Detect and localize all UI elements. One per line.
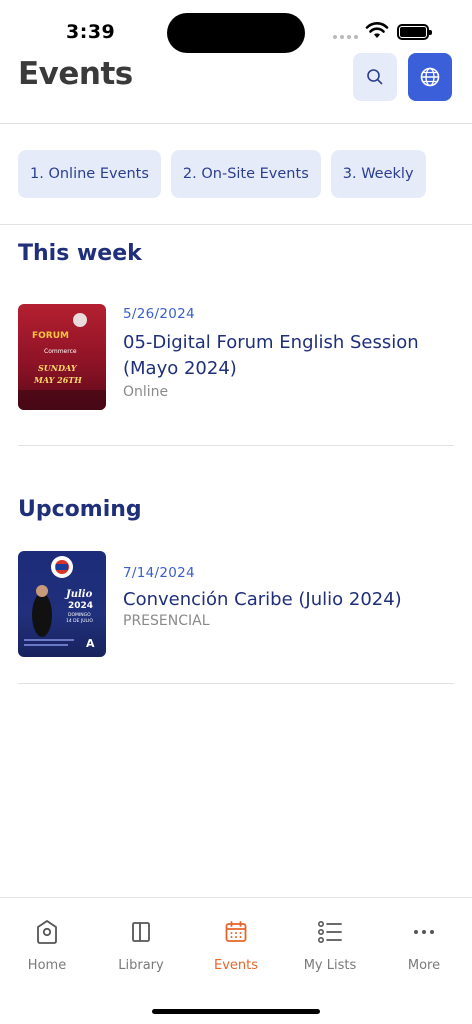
section-title-this-week: This week [18,241,142,266]
event-thumbnail: Julio 2024 DOMINGO 14 DE JULIO A [18,551,106,657]
thumb-text: DOMINGO [68,612,91,618]
event-card[interactable]: Julio 2024 DOMINGO 14 DE JULIO A 7/14/20… [18,551,454,659]
nav-item-library[interactable]: Library [94,918,188,973]
tab-online-events[interactable]: 1. Online Events [18,150,161,198]
dynamic-island [167,13,305,53]
battery-icon [397,24,432,40]
calendar-icon [189,918,283,946]
event-location: PRESENCIAL [123,613,210,629]
tabs-divider [0,224,472,225]
svg-text:A: A [86,637,95,650]
globe-icon [420,67,440,87]
thumb-text: SUNDAY [38,363,78,373]
event-tabs: 1. Online Events 2. On-Site Events 3. We… [18,150,426,198]
more-icon [377,918,471,946]
event-date: 7/14/2024 [123,565,195,581]
home-indicator [152,1009,320,1014]
nav-label: Events [213,958,258,973]
thumb-text: Julio [64,589,93,600]
nav-item-more[interactable]: More [377,918,471,973]
status-time: 3:39 [66,21,116,43]
thumb-text: 14 DE JULIO [66,618,93,624]
thumb-text: 2024 [68,601,93,611]
nav-label: More [407,958,441,973]
event-separator [18,445,454,446]
nav-item-home[interactable]: Home [0,918,94,973]
signal-icon [333,35,358,39]
search-button[interactable] [353,53,397,101]
language-button[interactable] [408,53,452,101]
thumb-text: FORUM [32,331,69,341]
search-icon [367,69,383,85]
nav-label: My Lists [303,958,357,973]
nav-item-events[interactable]: Events [189,918,283,973]
list-icon [283,918,377,946]
event-location: Online [123,384,169,400]
library-icon [94,918,188,946]
section-title-upcoming: Upcoming [18,497,142,522]
nav-label: Library [118,958,164,973]
wifi-icon [365,22,389,44]
tab-on-site-events[interactable]: 2. On-Site Events [170,150,321,198]
page-title: Events [18,56,133,92]
event-separator [18,683,454,684]
nav-item-my-lists[interactable]: My Lists [283,918,377,973]
home-icon [0,918,94,946]
event-thumbnail: FORUM Commerce SUNDAY MAY 26TH [18,304,106,410]
bottom-nav: Home Library Events My Lists More [0,897,472,1024]
event-card[interactable]: FORUM Commerce SUNDAY MAY 26TH 5/26/2024… [18,304,454,412]
thumb-text: Commerce [44,348,77,355]
tab-weekly[interactable]: 3. Weekly [330,150,426,198]
status-bar: 3:39 [0,0,472,54]
header-divider [0,123,472,124]
event-title: Convención Caribe (Julio 2024) [123,589,402,610]
nav-label: Home [27,958,67,973]
event-date: 5/26/2024 [123,306,195,322]
event-title: 05-Digital Forum English Session (Mayo 2… [123,332,419,379]
thumb-text: MAY 26TH [33,375,82,385]
